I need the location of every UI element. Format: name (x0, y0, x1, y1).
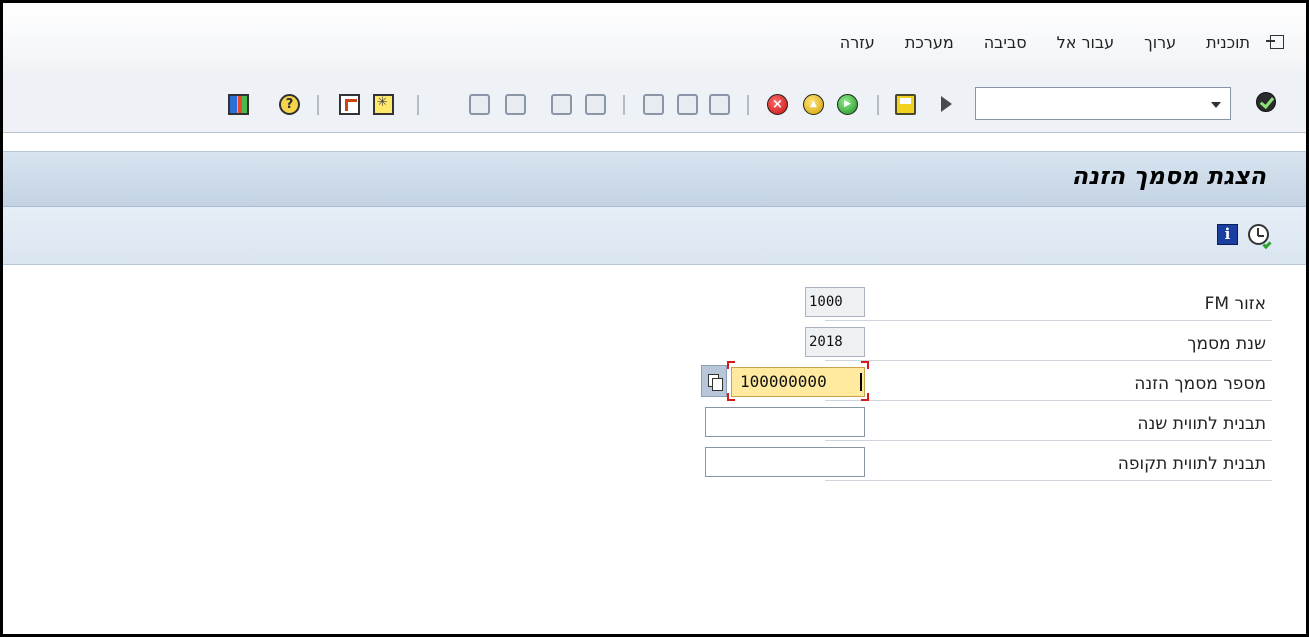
previous-page-icon[interactable] (505, 94, 526, 115)
last-page-icon[interactable] (585, 94, 606, 115)
fm-area-field[interactable]: 1000 (805, 287, 865, 317)
focus-corner (727, 361, 735, 369)
menu-program[interactable]: תוכנית (1206, 33, 1250, 52)
menu-goto[interactable]: עבור אל (1057, 33, 1115, 52)
create-session-icon[interactable] (339, 94, 360, 115)
doc-number-field[interactable]: 100000000 (731, 367, 865, 397)
row-fm-area: אזור FM 1000 (3, 281, 1306, 321)
period-template-field[interactable] (705, 447, 865, 477)
application-toolbar: i (3, 207, 1306, 265)
row-year-template: תבנית לתווית שנה (3, 401, 1306, 441)
menu-help[interactable]: עזרה (840, 33, 875, 52)
page-title: הצגת מסמך הזנה (1071, 162, 1266, 190)
next-page-icon[interactable] (551, 94, 572, 115)
toolbar-separator (417, 95, 419, 115)
title-bar: הצגת מסמך הזנה (3, 151, 1306, 207)
multi-select-icon[interactable] (701, 365, 727, 397)
chevron-down-icon[interactable] (1211, 102, 1221, 108)
back-icon[interactable] (837, 94, 858, 115)
command-field[interactable] (975, 87, 1231, 120)
main-menu: תוכנית ערוך עבור אל סביבה מערכת עזרה (810, 33, 1286, 52)
cancel-icon[interactable] (767, 94, 788, 115)
doc-year-field[interactable]: 2018 (805, 327, 865, 357)
shortcut-icon[interactable] (373, 94, 394, 115)
save-icon[interactable] (895, 94, 916, 115)
sap-window: תוכנית ערוך עבור אל סביבה מערכת עזרה ▶ ▲… (0, 0, 1309, 637)
play-icon[interactable] (941, 96, 952, 112)
toolbar-separator (877, 95, 879, 115)
year-template-label: תבנית לתווית שנה (825, 407, 1272, 441)
toolbar-separator (623, 95, 625, 115)
doc-year-label: שנת מסמך (825, 327, 1272, 361)
find-icon[interactable] (643, 94, 664, 115)
toolbar-separator (747, 95, 749, 115)
menu-environment[interactable]: סביבה (984, 33, 1027, 52)
fm-area-label: אזור FM (825, 287, 1272, 321)
ok-icon[interactable] (1256, 92, 1276, 112)
print-icon[interactable] (709, 94, 730, 115)
standard-toolbar: ? (3, 71, 1306, 133)
layout-icon[interactable] (228, 94, 249, 115)
first-page-icon[interactable] (469, 94, 490, 115)
help-icon[interactable]: ? (279, 94, 300, 115)
focus-corner (861, 361, 869, 369)
row-doc-year: שנת מסמך 2018 (3, 321, 1306, 361)
execute-icon[interactable] (1248, 224, 1272, 250)
doc-number-label: מספר מסמך הזנה (825, 367, 1272, 401)
menu-edit[interactable]: ערוך (1144, 33, 1176, 52)
find-next-icon[interactable] (677, 94, 698, 115)
menu-system[interactable]: מערכת (905, 33, 954, 52)
info-icon[interactable]: i (1217, 224, 1238, 245)
exit-icon[interactable] (803, 94, 824, 115)
row-doc-number: מספר מסמך הזנה 100000000 (3, 361, 1306, 401)
year-template-field[interactable] (705, 407, 865, 437)
toolbar-separator (317, 95, 319, 115)
menu-bar: תוכנית ערוך עבור אל סביבה מערכת עזרה (3, 3, 1306, 71)
system-menu-icon[interactable] (1266, 34, 1286, 52)
focus-corner (861, 393, 869, 401)
period-template-label: תבנית לתווית תקופה (825, 447, 1272, 481)
row-period-template: תבנית לתווית תקופה (3, 441, 1306, 481)
focus-corner (727, 393, 735, 401)
